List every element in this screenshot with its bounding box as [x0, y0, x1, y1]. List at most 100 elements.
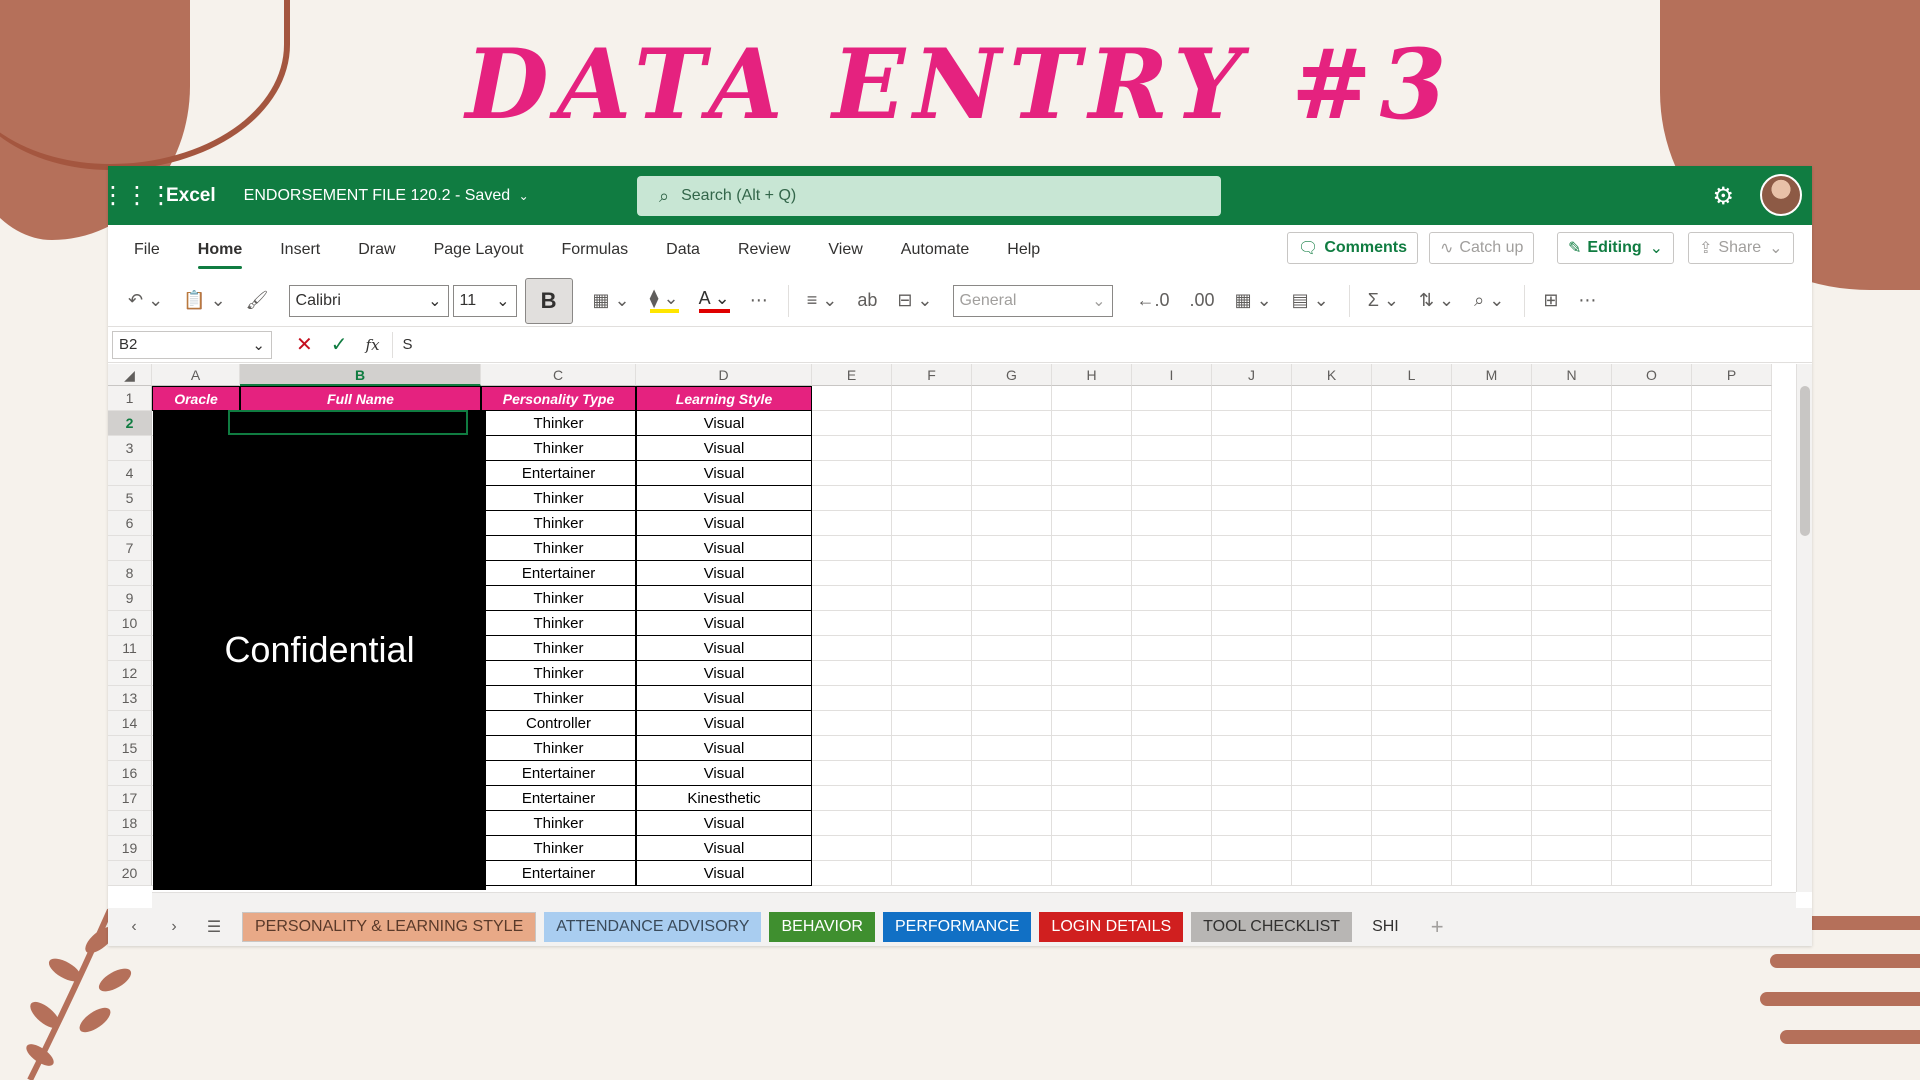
cell-learning-style[interactable]: Visual: [636, 636, 812, 661]
empty-cell[interactable]: [1532, 736, 1612, 761]
empty-cell[interactable]: [892, 736, 972, 761]
empty-cell[interactable]: [1692, 761, 1772, 786]
empty-cell[interactable]: [1692, 811, 1772, 836]
row-header[interactable]: 7: [108, 536, 152, 561]
empty-cell[interactable]: [1292, 811, 1372, 836]
empty-cell[interactable]: [972, 761, 1052, 786]
empty-cell[interactable]: [1292, 786, 1372, 811]
empty-cell[interactable]: [1532, 786, 1612, 811]
empty-cell[interactable]: [972, 586, 1052, 611]
empty-cell[interactable]: [1132, 386, 1212, 411]
cell-personality-type[interactable]: Thinker: [481, 411, 636, 436]
empty-cell[interactable]: [892, 536, 972, 561]
empty-cell[interactable]: [1532, 461, 1612, 486]
empty-cell[interactable]: [1212, 436, 1292, 461]
cell-learning-style[interactable]: Visual: [636, 736, 812, 761]
empty-cell[interactable]: [812, 486, 892, 511]
empty-cell[interactable]: [812, 461, 892, 486]
row-header[interactable]: 12: [108, 661, 152, 686]
cell-learning-style[interactable]: Visual: [636, 536, 812, 561]
empty-cell[interactable]: [1052, 586, 1132, 611]
empty-cell[interactable]: [1612, 736, 1692, 761]
empty-cell[interactable]: [1212, 411, 1292, 436]
cell-learning-style[interactable]: Visual: [636, 711, 812, 736]
empty-cell[interactable]: [892, 861, 972, 886]
row-header[interactable]: 1: [108, 386, 152, 411]
empty-cell[interactable]: [1532, 661, 1612, 686]
cell-learning-style[interactable]: Visual: [636, 861, 812, 886]
empty-cell[interactable]: [812, 436, 892, 461]
row-header[interactable]: 13: [108, 686, 152, 711]
empty-cell[interactable]: [1612, 411, 1692, 436]
empty-cell[interactable]: [1452, 561, 1532, 586]
empty-cell[interactable]: [1612, 561, 1692, 586]
empty-cell[interactable]: [1052, 686, 1132, 711]
empty-cell[interactable]: [892, 661, 972, 686]
empty-cell[interactable]: [1452, 811, 1532, 836]
empty-cell[interactable]: [1612, 436, 1692, 461]
formula-input[interactable]: S: [403, 336, 413, 353]
empty-cell[interactable]: [1132, 811, 1212, 836]
empty-cell[interactable]: [1532, 436, 1612, 461]
empty-cell[interactable]: [972, 636, 1052, 661]
column-header[interactable]: J: [1212, 364, 1292, 386]
empty-cell[interactable]: [1612, 811, 1692, 836]
empty-cell[interactable]: [1452, 686, 1532, 711]
cell-personality-type[interactable]: Entertainer: [481, 561, 636, 586]
empty-cell[interactable]: [1292, 436, 1372, 461]
more-ribbon-icon[interactable]: ⋯: [1578, 290, 1596, 311]
column-header[interactable]: C: [481, 364, 636, 386]
tab-automate[interactable]: Automate: [901, 241, 969, 259]
empty-cell[interactable]: [972, 786, 1052, 811]
empty-cell[interactable]: [1132, 836, 1212, 861]
empty-cell[interactable]: [1452, 536, 1532, 561]
empty-cell[interactable]: [1292, 861, 1372, 886]
empty-cell[interactable]: [1132, 486, 1212, 511]
empty-cell[interactable]: [1052, 511, 1132, 536]
empty-cell[interactable]: [972, 386, 1052, 411]
empty-cell[interactable]: [1052, 636, 1132, 661]
column-header[interactable]: K: [1292, 364, 1372, 386]
empty-cell[interactable]: [1452, 586, 1532, 611]
empty-cell[interactable]: [812, 511, 892, 536]
empty-cell[interactable]: [1292, 836, 1372, 861]
empty-cell[interactable]: [1052, 811, 1132, 836]
empty-cell[interactable]: [1212, 611, 1292, 636]
cell-learning-style[interactable]: Visual: [636, 836, 812, 861]
empty-cell[interactable]: [1372, 761, 1452, 786]
empty-cell[interactable]: [1452, 411, 1532, 436]
empty-cell[interactable]: [1532, 761, 1612, 786]
sheet-tab[interactable]: PERFORMANCE: [882, 912, 1032, 942]
cell-personality-type[interactable]: Entertainer: [481, 786, 636, 811]
empty-cell[interactable]: [1052, 561, 1132, 586]
editing-mode-button[interactable]: ✎ Editing ⌄: [1557, 232, 1675, 264]
empty-cell[interactable]: [1292, 611, 1372, 636]
empty-cell[interactable]: [1372, 536, 1452, 561]
autosum-icon[interactable]: Σ ⌄: [1368, 290, 1399, 311]
column-header[interactable]: I: [1132, 364, 1212, 386]
empty-cell[interactable]: [812, 386, 892, 411]
column-header[interactable]: L: [1372, 364, 1452, 386]
cell-learning-style[interactable]: Visual: [636, 686, 812, 711]
empty-cell[interactable]: [1372, 786, 1452, 811]
empty-cell[interactable]: [1292, 736, 1372, 761]
empty-cell[interactable]: [1292, 711, 1372, 736]
bold-button[interactable]: B: [524, 277, 573, 324]
empty-cell[interactable]: [1132, 561, 1212, 586]
empty-cell[interactable]: [1132, 761, 1212, 786]
empty-cell[interactable]: [892, 411, 972, 436]
align-icon[interactable]: ≡ ⌄: [807, 290, 838, 311]
empty-cell[interactable]: [1532, 536, 1612, 561]
column-header[interactable]: N: [1532, 364, 1612, 386]
empty-cell[interactable]: [892, 811, 972, 836]
empty-cell[interactable]: [892, 386, 972, 411]
empty-cell[interactable]: [1452, 711, 1532, 736]
empty-cell[interactable]: [1052, 736, 1132, 761]
increase-decimal-icon[interactable]: .00: [1190, 290, 1215, 311]
wrap-text-icon[interactable]: ab: [857, 290, 877, 311]
empty-cell[interactable]: [1452, 386, 1532, 411]
empty-cell[interactable]: [1132, 711, 1212, 736]
empty-cell[interactable]: [1612, 761, 1692, 786]
empty-cell[interactable]: [1132, 536, 1212, 561]
empty-cell[interactable]: [1212, 661, 1292, 686]
